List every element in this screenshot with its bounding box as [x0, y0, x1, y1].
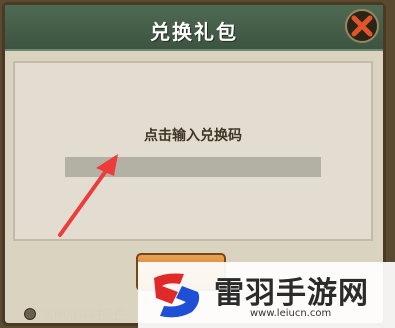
redeem-code-input[interactable]: [65, 157, 321, 177]
watermark-title: 雷羽手游网: [214, 276, 369, 311]
redeem-code-prompt: 点击输入兑换码: [144, 128, 242, 144]
watermark-url: www.leiucn.com: [250, 308, 332, 319]
dialog-title: 兑换礼包: [150, 20, 238, 44]
checkbox-icon: [24, 308, 36, 320]
site-logo-icon: [154, 273, 200, 318]
close-button[interactable]: [345, 9, 379, 43]
checkbox-label: 关闭战斗时受伤: [42, 307, 127, 322]
close-icon: [351, 15, 373, 37]
redeem-panel: 点击输入兑换码: [13, 61, 373, 241]
dialog-title-bar: 兑换礼包: [5, 5, 383, 51]
battle-option-checkbox[interactable]: 关闭战斗时受伤: [24, 305, 126, 323]
site-watermark: 雷羽手游网 www.leiucn.com: [138, 262, 395, 328]
